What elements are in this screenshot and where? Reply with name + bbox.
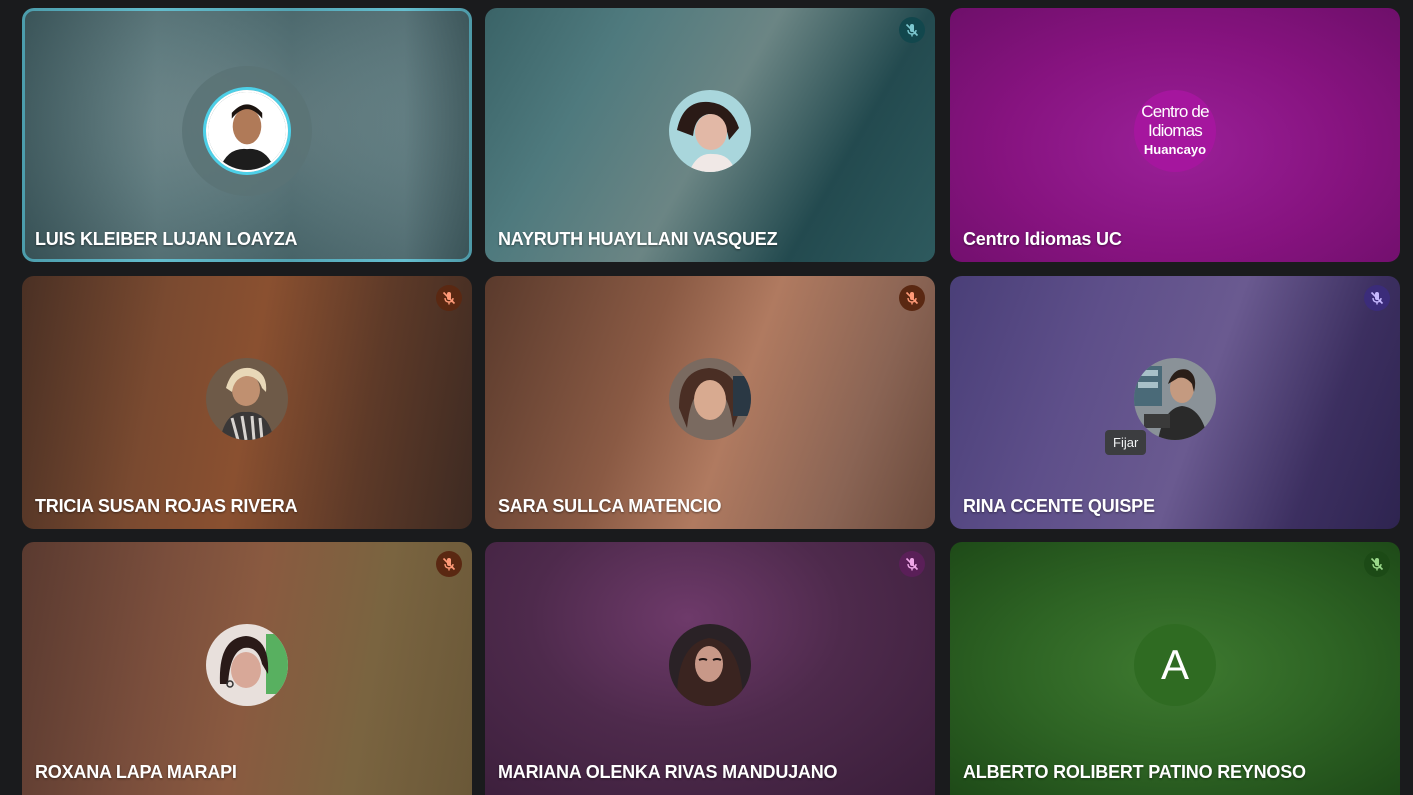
mic-off-icon xyxy=(899,285,925,311)
avatar: Centro de Idiomas Huancayo xyxy=(1134,90,1216,172)
participant-name: NAYRUTH HUAYLLANI VASQUEZ xyxy=(498,229,778,249)
centro-idiomas-logo: Centro de Idiomas Huancayo xyxy=(1134,90,1216,172)
person-photo-icon xyxy=(206,357,288,440)
participant-tile-tricia[interactable]: TRICIA SUSAN ROJAS RIVERA xyxy=(22,276,472,529)
mic-off-icon xyxy=(1364,551,1390,577)
participant-name: LUIS KLEIBER LUJAN LOAYZA xyxy=(35,229,298,249)
participant-tile-luis[interactable]: LUIS KLEIBER LUJAN LOAYZA xyxy=(22,8,472,262)
avatar xyxy=(206,90,288,172)
meeting-participant-grid: LUIS KLEIBER LUJAN LOAYZA NAYRUTH HUAYLL… xyxy=(0,0,1413,795)
mic-off-icon xyxy=(436,285,462,311)
participant-name: MARIANA OLENKA RIVAS MANDUJANO xyxy=(498,762,838,782)
avatar xyxy=(1134,357,1216,440)
participant-name: ROXANA LAPA MARAPI xyxy=(35,762,237,782)
participant-tile-nayruth[interactable]: NAYRUTH HUAYLLANI VASQUEZ xyxy=(485,8,935,262)
pin-tooltip: Fijar xyxy=(1105,430,1147,455)
mic-off-icon xyxy=(436,551,462,577)
mic-off-icon xyxy=(1364,285,1390,311)
participant-tile-rina[interactable]: Fijar RINA CCENTE QUISPE xyxy=(950,276,1400,529)
letter-avatar: A xyxy=(1134,623,1216,706)
person-photo-icon xyxy=(206,90,288,172)
person-photo-icon xyxy=(669,90,751,172)
avatar xyxy=(206,357,288,440)
mic-off-icon xyxy=(899,17,925,43)
participant-name: Centro Idiomas UC xyxy=(963,229,1122,249)
avatar xyxy=(206,623,288,706)
participant-name: SARA SULLCA MATENCIO xyxy=(498,496,722,516)
participant-name: RINA CCENTE QUISPE xyxy=(963,496,1155,516)
participant-tile-mariana[interactable]: MARIANA OLENKA RIVAS MANDUJANO xyxy=(485,542,935,795)
avatar xyxy=(669,90,751,172)
person-photo-icon xyxy=(206,623,288,706)
participant-name: TRICIA SUSAN ROJAS RIVERA xyxy=(35,496,298,516)
person-photo-icon xyxy=(669,623,751,706)
avatar: A xyxy=(1134,623,1216,706)
participant-name: ALBERTO ROLIBERT PATINO REYNOSO xyxy=(963,762,1306,782)
participant-tile-centro-idiomas[interactable]: Centro de Idiomas Huancayo Centro Idioma… xyxy=(950,8,1400,262)
avatar xyxy=(669,357,751,440)
participant-tile-alberto[interactable]: A ALBERTO ROLIBERT PATINO REYNOSO xyxy=(950,542,1400,795)
participant-tile-sara[interactable]: SARA SULLCA MATENCIO xyxy=(485,276,935,529)
mic-off-icon xyxy=(899,551,925,577)
person-photo-icon xyxy=(669,357,751,440)
avatar xyxy=(669,623,751,706)
person-photo-icon xyxy=(1134,357,1216,440)
participant-tile-roxana[interactable]: ROXANA LAPA MARAPI xyxy=(22,542,472,795)
